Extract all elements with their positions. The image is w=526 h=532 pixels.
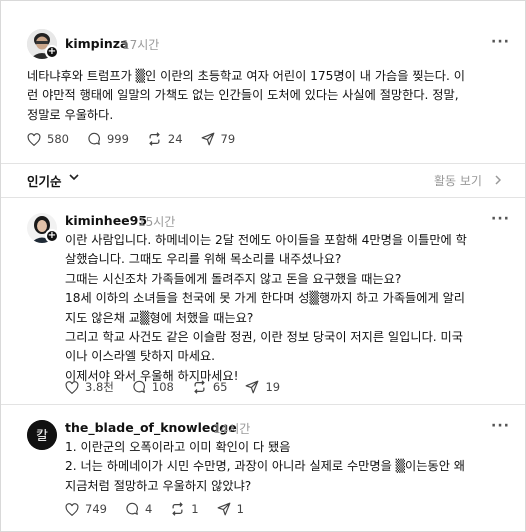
comment-icon [88, 132, 100, 145]
like-count: 749 [85, 502, 107, 516]
post-text: 1. 이란군의 오폭이라고 이미 확인이 다 됐음 2. 너는 하메네이가 시민… [65, 438, 465, 496]
repost-button[interactable]: 65 [192, 380, 228, 394]
post-time: 14시간 [213, 422, 251, 436]
post-text-line: 지금처럼 절망하고 우울하지 않았냐? [65, 478, 252, 493]
repost-button[interactable]: 24 [147, 132, 183, 146]
post-text-line: 지도 않은채 교▒형에 처했을 때는요? [65, 310, 254, 325]
divider [1, 163, 525, 164]
share-count: 79 [220, 132, 236, 146]
more-icon[interactable]: ··· [491, 211, 510, 227]
post-actions: 580 999 24 79 [27, 132, 253, 146]
post-text: 네타냐후와 트럼프가 ▒인 이란의 초등학교 여자 어린이 175명이 내 가슴… [27, 67, 465, 125]
view-activity-link[interactable]: 활동 보기 [434, 172, 482, 189]
reply-post: + kiminhee95 15시간 ··· 이란 사람입니다. 하메네이는 2달… [1, 197, 525, 402]
sort-bar: 인기순 활동 보기 [1, 165, 525, 195]
send-icon [246, 380, 259, 394]
post-text-line: 1. 이란군의 오폭이라고 이미 확인이 다 됐음 [65, 440, 291, 454]
post-text-line: 2. 너는 하메네이가 시민 수만명, 과장이 아니라 실제로 수만명을 ▒이는… [65, 459, 465, 474]
repost-count: 24 [167, 132, 183, 146]
like-button[interactable]: 3.8천 [65, 379, 114, 395]
like-count: 3.8천 [85, 380, 114, 394]
reply-count: 999 [106, 132, 129, 146]
like-count: 580 [47, 132, 69, 146]
share-button[interactable]: 19 [245, 380, 280, 394]
post-text-line: 런 야만적 행태에 일말의 가책도 없는 인간들이 도처에 있다는 사실에 절망… [27, 88, 459, 103]
chevron-right-icon[interactable] [495, 175, 501, 185]
avatar-glyph: 칼 [36, 429, 48, 444]
reply-button[interactable]: 4 [125, 502, 152, 516]
post-time: 17시간 [122, 38, 160, 52]
avatar[interactable]: 칼 [27, 420, 57, 450]
like-button[interactable]: 749 [65, 502, 107, 516]
reply-count: 108 [151, 380, 174, 394]
repost-icon [149, 132, 160, 146]
repost-button[interactable]: 1 [170, 502, 199, 516]
send-icon [217, 502, 231, 516]
reply-button[interactable]: 999 [87, 132, 129, 146]
more-icon[interactable]: ··· [491, 418, 510, 434]
more-icon[interactable]: ··· [491, 34, 510, 50]
comment-icon [126, 502, 138, 515]
post-text-line: 그리고 학교 사건도 같은 이슬람 정권, 이란 정보 당국이 저지른 일입니다… [65, 330, 463, 345]
share-count: 19 [265, 380, 281, 394]
post-text-line: 정말로 우울하다. [27, 107, 114, 122]
post-text-line: 이나 이스라엘 탓하지 마세요. [65, 349, 216, 364]
repost-icon [172, 502, 184, 516]
reply-post: 칼 the_blade_of_knowledge 14시간 ··· 1. 이란군… [1, 404, 525, 532]
follow-plus-icon[interactable]: + [45, 229, 59, 243]
share-count: 1 [236, 502, 244, 516]
post-text: 이란 사람입니다. 하메네이는 2달 전에도 아이들을 포함해 4만명을 이틀만… [65, 231, 467, 386]
sort-dropdown[interactable]: 인기순 [27, 171, 62, 190]
post-text-line: 18세 이하의 소녀들을 천국에 못 가게 한다며 성▒행까지 하고 가족들에게… [65, 291, 465, 306]
post-text-line: 그때는 시신조차 가족들에게 돌려주지 않고 돈을 요구했을 때는요? [65, 271, 402, 286]
repost-count: 1 [191, 502, 199, 516]
heart-icon [65, 502, 79, 516]
reply-button[interactable]: 108 [132, 380, 174, 394]
post-text-line: 살했습니다. 그때도 우리를 위해 목소리를 내주셨나요? [65, 252, 342, 267]
post-text-line: 이란 사람입니다. 하메네이는 2달 전에도 아이들을 포함해 4만명을 이틀만… [65, 233, 467, 247]
repost-icon [194, 380, 205, 394]
repost-count: 65 [212, 380, 228, 394]
post-username[interactable]: the_blade_of_knowledge [65, 420, 237, 435]
follow-plus-icon[interactable]: + [45, 45, 59, 59]
post-username[interactable]: kimpinza [65, 36, 128, 51]
post-actions: 749 4 1 1 [65, 502, 262, 516]
thread-view: + kimpinza 17시간 ··· 네타냐후와 트럼프가 ▒인 이란의 초등… [0, 0, 526, 532]
comment-icon [133, 380, 145, 393]
main-post: + kimpinza 17시간 ··· 네타냐후와 트럼프가 ▒인 이란의 초등… [1, 1, 525, 161]
send-icon [201, 132, 214, 146]
like-button[interactable]: 580 [27, 132, 69, 146]
heart-icon [65, 380, 79, 394]
heart-icon [27, 132, 41, 146]
post-text-line: 네타냐후와 트럼프가 ▒인 이란의 초등학교 여자 어린이 175명이 내 가슴… [27, 69, 465, 83]
share-button[interactable]: 1 [217, 502, 244, 516]
reply-count: 4 [144, 502, 153, 516]
chevron-down-icon[interactable] [69, 174, 79, 181]
post-time: 15시간 [138, 215, 176, 229]
share-button[interactable]: 79 [201, 132, 236, 146]
post-username[interactable]: kiminhee95 [65, 213, 147, 228]
post-actions: 3.8천 108 65 19 [65, 379, 298, 395]
